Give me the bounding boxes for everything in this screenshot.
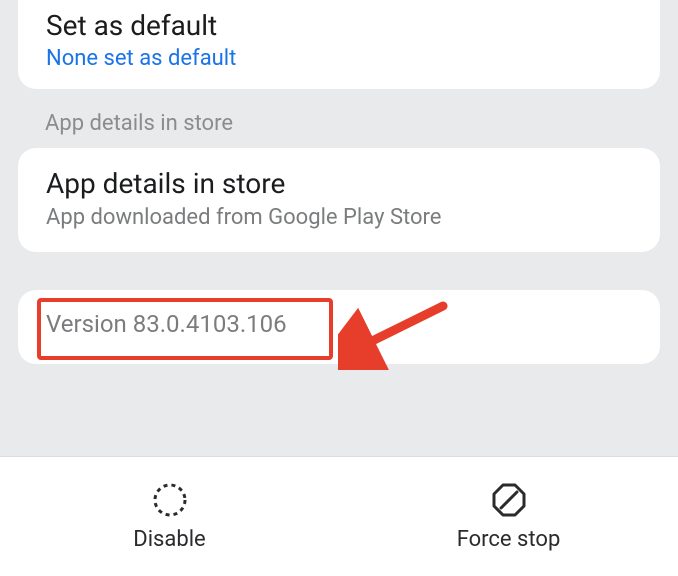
force-stop-label: Force stop bbox=[457, 527, 561, 552]
disable-label: Disable bbox=[133, 527, 205, 552]
disable-icon bbox=[151, 481, 189, 519]
app-details-title: App details in store bbox=[46, 166, 632, 202]
set-as-default-title: Set as default bbox=[46, 8, 632, 44]
app-details-section-header: App details in store bbox=[45, 111, 633, 136]
version-row: Version 83.0.4103.106 bbox=[18, 290, 660, 364]
set-as-default-row[interactable]: Set as default None set as default bbox=[18, 0, 660, 89]
disable-button[interactable]: Disable bbox=[0, 457, 339, 576]
set-as-default-status: None set as default bbox=[46, 46, 632, 71]
force-stop-button[interactable]: Force stop bbox=[339, 457, 678, 576]
force-stop-icon bbox=[490, 481, 528, 519]
app-details-subtitle: App downloaded from Google Play Store bbox=[46, 205, 632, 230]
bottom-action-bar: Disable Force stop bbox=[0, 456, 678, 576]
version-text: Version 83.0.4103.106 bbox=[46, 310, 632, 338]
app-details-row[interactable]: App details in store App downloaded from… bbox=[18, 148, 660, 251]
